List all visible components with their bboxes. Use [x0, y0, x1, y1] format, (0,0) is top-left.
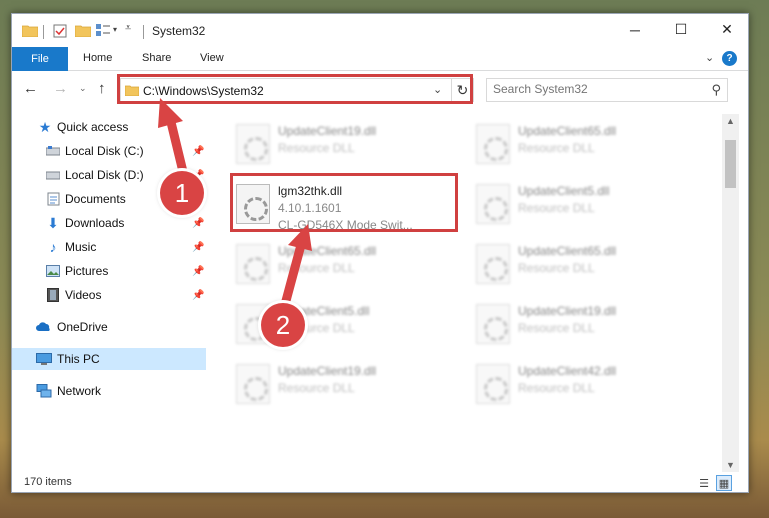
- downloads-icon: ⬇: [47, 214, 59, 231]
- item-count: 170 items: [24, 476, 72, 488]
- dll-file-icon: [476, 304, 510, 344]
- tab-view[interactable]: View: [200, 52, 224, 64]
- search-icon[interactable]: ⚲: [711, 82, 721, 98]
- file-item[interactable]: UpdateClient5.dll Resource DLL: [470, 174, 710, 230]
- drive-icon: [45, 167, 61, 183]
- properties-icon[interactable]: [53, 24, 67, 38]
- sidebar-item-this-pc[interactable]: This PC: [12, 348, 206, 370]
- dll-file-icon: [236, 364, 270, 404]
- videos-icon: [45, 287, 61, 303]
- documents-icon: [45, 191, 61, 207]
- music-icon: ♪: [49, 239, 57, 255]
- sidebar-item-network[interactable]: Network: [12, 380, 206, 402]
- vertical-scrollbar[interactable]: ▲ ▼: [722, 114, 739, 472]
- search-input[interactable]: [493, 82, 703, 96]
- drive-icon: [45, 143, 61, 159]
- pin-icon[interactable]: 📌: [192, 146, 204, 157]
- star-icon: ★: [38, 118, 52, 135]
- toolbar-separator: [43, 25, 44, 39]
- details-view-icon[interactable]: ☰: [696, 475, 712, 491]
- folder-icon: [22, 25, 38, 37]
- forward-arrow-icon[interactable]: →: [53, 80, 68, 97]
- dll-file-icon: [476, 124, 510, 164]
- expand-ribbon-icon[interactable]: ⌄: [705, 51, 714, 64]
- pin-icon[interactable]: 📌: [192, 218, 204, 229]
- up-arrow-icon[interactable]: ↑: [98, 80, 106, 97]
- sidebar-item-quick-access[interactable]: ★ Quick access: [12, 116, 206, 138]
- pictures-icon: [45, 263, 61, 279]
- close-button[interactable]: ✕: [704, 14, 748, 45]
- tab-home[interactable]: Home: [83, 52, 112, 64]
- tiles-view-icon[interactable]: ▦: [716, 475, 732, 491]
- title-bar: ▾ ⩡ System32 ─ ☐ ✕: [12, 14, 748, 47]
- file-list: UpdateClient19.dll Resource DLL UpdateCl…: [208, 114, 720, 464]
- pin-icon[interactable]: 📌: [192, 290, 204, 301]
- tab-share[interactable]: Share: [142, 52, 171, 64]
- address-highlight: [117, 74, 473, 104]
- dll-file-icon: [476, 244, 510, 284]
- computer-icon: [36, 351, 52, 367]
- file-item[interactable]: UpdateClient65.dll Resource DLL: [470, 114, 710, 170]
- file-item[interactable]: UpdateClient42.dll Resource DLL: [470, 354, 710, 410]
- sidebar-item-videos[interactable]: Videos 📌: [12, 284, 206, 306]
- file-item[interactable]: UpdateClient65.dll Resource DLL: [230, 234, 470, 290]
- pin-icon[interactable]: 📌: [192, 242, 204, 253]
- customize-toolbar-icon[interactable]: ⩡: [125, 22, 131, 35]
- chevron-down-icon[interactable]: ▾: [113, 25, 117, 34]
- tab-file[interactable]: File: [12, 47, 68, 71]
- toolbar-separator: [143, 25, 144, 39]
- cloud-icon: [36, 319, 52, 335]
- sidebar-item-local-disk-c[interactable]: Local Disk (C:) 📌: [12, 140, 206, 162]
- dll-file-icon: [236, 124, 270, 164]
- dll-file-icon: [476, 184, 510, 224]
- minimize-button[interactable]: ─: [612, 14, 658, 45]
- dll-file-icon: [236, 244, 270, 284]
- sidebar-item-music[interactable]: ♪ Music 📌: [12, 236, 206, 258]
- file-item[interactable]: UpdateClient19.dll Resource DLL: [470, 294, 710, 350]
- scroll-up-icon[interactable]: ▲: [726, 116, 735, 126]
- recent-chevron-icon[interactable]: ⌄: [79, 83, 87, 94]
- sidebar-item-downloads[interactable]: ⬇ Downloads 📌: [12, 212, 206, 234]
- scroll-thumb[interactable]: [725, 140, 736, 188]
- window-title: System32: [152, 24, 206, 38]
- file-highlight: [230, 173, 458, 232]
- dll-file-icon: [476, 364, 510, 404]
- maximize-button[interactable]: ☐: [658, 14, 704, 45]
- sidebar-item-pictures[interactable]: Pictures 📌: [12, 260, 206, 282]
- network-icon: [36, 383, 52, 399]
- pin-icon[interactable]: 📌: [192, 266, 204, 277]
- ribbon-tabs: File Home Share View ⌄ ?: [12, 47, 748, 71]
- help-icon[interactable]: ?: [722, 51, 737, 66]
- status-bar: 170 items ☰ ▦: [12, 472, 748, 492]
- file-item[interactable]: UpdateClient19.dll Resource DLL: [230, 114, 470, 170]
- step-badge-1: 1: [160, 171, 204, 215]
- scroll-down-icon[interactable]: ▼: [726, 460, 735, 470]
- search-box[interactable]: ⚲: [486, 78, 728, 102]
- view-options-icon[interactable]: [96, 24, 110, 37]
- new-folder-icon[interactable]: [75, 24, 91, 37]
- step-badge-2: 2: [261, 303, 305, 347]
- sidebar-item-onedrive[interactable]: OneDrive: [12, 316, 206, 338]
- navigation-pane: ★ Quick access Local Disk (C:) 📌 Local D…: [12, 114, 206, 464]
- file-item[interactable]: UpdateClient65.dll Resource DLL: [470, 234, 710, 290]
- back-arrow-icon[interactable]: ←: [23, 80, 38, 97]
- file-item[interactable]: UpdateClient19.dll Resource DLL: [230, 354, 470, 410]
